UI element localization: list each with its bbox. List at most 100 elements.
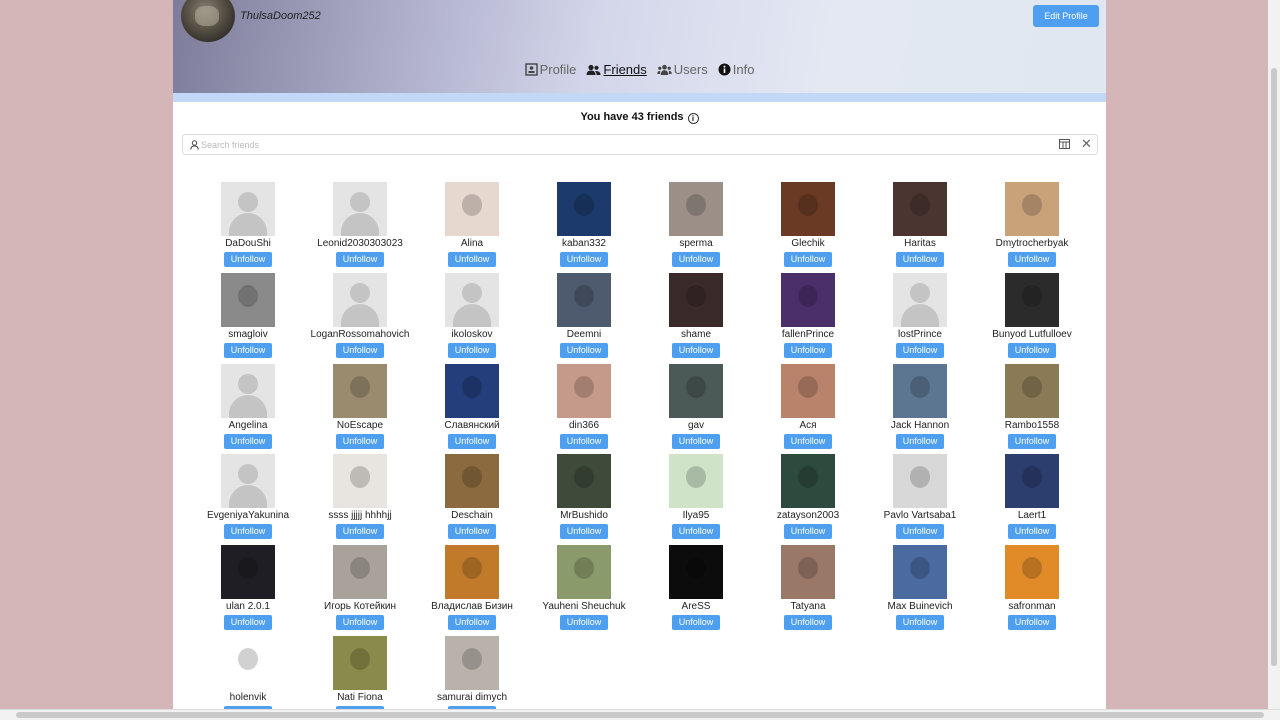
friend-avatar[interactable] <box>221 182 275 236</box>
friend-name[interactable]: Rambo1558 <box>968 420 1096 431</box>
friend-avatar[interactable] <box>445 364 499 418</box>
unfollow-button[interactable]: Unfollow <box>896 252 944 267</box>
friend-avatar[interactable] <box>1005 182 1059 236</box>
unfollow-button[interactable]: Unfollow <box>896 524 944 539</box>
friend-name[interactable]: din366 <box>520 420 648 431</box>
friend-name[interactable]: ulan 2.0.1 <box>184 601 312 612</box>
friend-avatar[interactable] <box>669 182 723 236</box>
friend-avatar[interactable] <box>669 545 723 599</box>
friend-avatar[interactable] <box>333 636 387 690</box>
friend-name[interactable]: ssss jjjjj hhhhjj <box>296 510 424 521</box>
friend-avatar[interactable] <box>445 182 499 236</box>
friend-avatar[interactable] <box>1005 545 1059 599</box>
friend-avatar[interactable] <box>1005 273 1059 327</box>
friend-name[interactable]: Max Buinevich <box>856 601 984 612</box>
friend-name[interactable]: Haritas <box>856 238 984 249</box>
unfollow-button[interactable]: Unfollow <box>1008 524 1056 539</box>
unfollow-button[interactable]: Unfollow <box>560 524 608 539</box>
friend-name[interactable]: Leonid2030303023 <box>296 238 424 249</box>
friend-name[interactable]: EvgeniyaYakunina <box>184 510 312 521</box>
unfollow-button[interactable]: Unfollow <box>560 343 608 358</box>
friend-name[interactable]: holenvik <box>184 692 312 703</box>
unfollow-button[interactable]: Unfollow <box>784 615 832 630</box>
friend-name[interactable]: MrBushido <box>520 510 648 521</box>
unfollow-button[interactable]: Unfollow <box>672 434 720 449</box>
friend-name[interactable]: Glechik <box>744 238 872 249</box>
unfollow-button[interactable]: Unfollow <box>672 252 720 267</box>
friend-avatar[interactable] <box>445 273 499 327</box>
friend-name[interactable]: Deemni <box>520 329 648 340</box>
friend-avatar[interactable] <box>557 545 611 599</box>
unfollow-button[interactable]: Unfollow <box>1008 434 1056 449</box>
vertical-scroll-thumb[interactable] <box>1271 68 1277 666</box>
unfollow-button[interactable]: Unfollow <box>784 524 832 539</box>
friend-avatar[interactable] <box>669 454 723 508</box>
friend-avatar[interactable] <box>333 545 387 599</box>
friend-avatar[interactable] <box>557 364 611 418</box>
friend-name[interactable]: Deschain <box>408 510 536 521</box>
friend-name[interactable]: shame <box>632 329 760 340</box>
friend-name[interactable]: Jack Hannon <box>856 420 984 431</box>
friend-avatar[interactable] <box>781 454 835 508</box>
horizontal-scroll-thumb[interactable] <box>16 712 1264 718</box>
friend-name[interactable]: NoEscape <box>296 420 424 431</box>
friend-name[interactable]: AreSS <box>632 601 760 612</box>
friend-name[interactable]: Bunyod Lutfulloev <box>968 329 1096 340</box>
friend-avatar[interactable] <box>557 273 611 327</box>
friend-name[interactable]: ikoloskov <box>408 329 536 340</box>
friend-avatar[interactable] <box>445 636 499 690</box>
horizontal-scrollbar[interactable] <box>0 709 1280 720</box>
friend-avatar[interactable] <box>333 273 387 327</box>
unfollow-button[interactable]: Unfollow <box>336 434 384 449</box>
friend-avatar[interactable] <box>781 364 835 418</box>
friend-name[interactable]: Angelina <box>184 420 312 431</box>
friend-name[interactable]: Владислав Бизин <box>408 601 536 612</box>
unfollow-button[interactable]: Unfollow <box>448 434 496 449</box>
friend-name[interactable]: smagloiv <box>184 329 312 340</box>
friend-avatar[interactable] <box>221 636 275 690</box>
vertical-scrollbar[interactable] <box>1268 0 1280 709</box>
friend-name[interactable]: DaDouShi <box>184 238 312 249</box>
friend-avatar[interactable] <box>445 545 499 599</box>
unfollow-button[interactable]: Unfollow <box>224 434 272 449</box>
friend-name[interactable]: samurai dimych <box>408 692 536 703</box>
friend-avatar[interactable] <box>669 364 723 418</box>
friend-avatar[interactable] <box>221 273 275 327</box>
unfollow-button[interactable]: Unfollow <box>1008 343 1056 358</box>
friend-name[interactable]: Игорь Котейкин <box>296 601 424 612</box>
unfollow-button[interactable]: Unfollow <box>224 615 272 630</box>
unfollow-button[interactable]: Unfollow <box>896 434 944 449</box>
friend-avatar[interactable] <box>333 454 387 508</box>
friend-avatar[interactable] <box>557 454 611 508</box>
unfollow-button[interactable]: Unfollow <box>336 615 384 630</box>
friend-avatar[interactable] <box>1005 454 1059 508</box>
unfollow-button[interactable]: Unfollow <box>784 434 832 449</box>
friend-avatar[interactable] <box>333 182 387 236</box>
unfollow-button[interactable]: Unfollow <box>560 252 608 267</box>
friend-avatar[interactable] <box>333 364 387 418</box>
unfollow-button[interactable]: Unfollow <box>672 615 720 630</box>
unfollow-button[interactable]: Unfollow <box>672 343 720 358</box>
friend-name[interactable]: Ilya95 <box>632 510 760 521</box>
unfollow-button[interactable]: Unfollow <box>896 343 944 358</box>
friend-avatar[interactable] <box>781 545 835 599</box>
friend-avatar[interactable] <box>557 182 611 236</box>
friend-name[interactable]: Dmytrocherbyak <box>968 238 1096 249</box>
friend-avatar[interactable] <box>893 454 947 508</box>
friend-avatar[interactable] <box>221 545 275 599</box>
unfollow-button[interactable]: Unfollow <box>448 615 496 630</box>
unfollow-button[interactable]: Unfollow <box>784 343 832 358</box>
friend-avatar[interactable] <box>221 454 275 508</box>
friend-avatar[interactable] <box>445 454 499 508</box>
unfollow-button[interactable]: Unfollow <box>336 524 384 539</box>
friend-avatar[interactable] <box>893 182 947 236</box>
unfollow-button[interactable]: Unfollow <box>224 343 272 358</box>
unfollow-button[interactable]: Unfollow <box>448 343 496 358</box>
unfollow-button[interactable]: Unfollow <box>224 524 272 539</box>
friend-name[interactable]: Славянский <box>408 420 536 431</box>
unfollow-button[interactable]: Unfollow <box>560 615 608 630</box>
friend-avatar[interactable] <box>221 364 275 418</box>
unfollow-button[interactable]: Unfollow <box>560 434 608 449</box>
friend-name[interactable]: lostPrince <box>856 329 984 340</box>
friend-name[interactable]: LoganRossomahovich <box>296 329 424 340</box>
